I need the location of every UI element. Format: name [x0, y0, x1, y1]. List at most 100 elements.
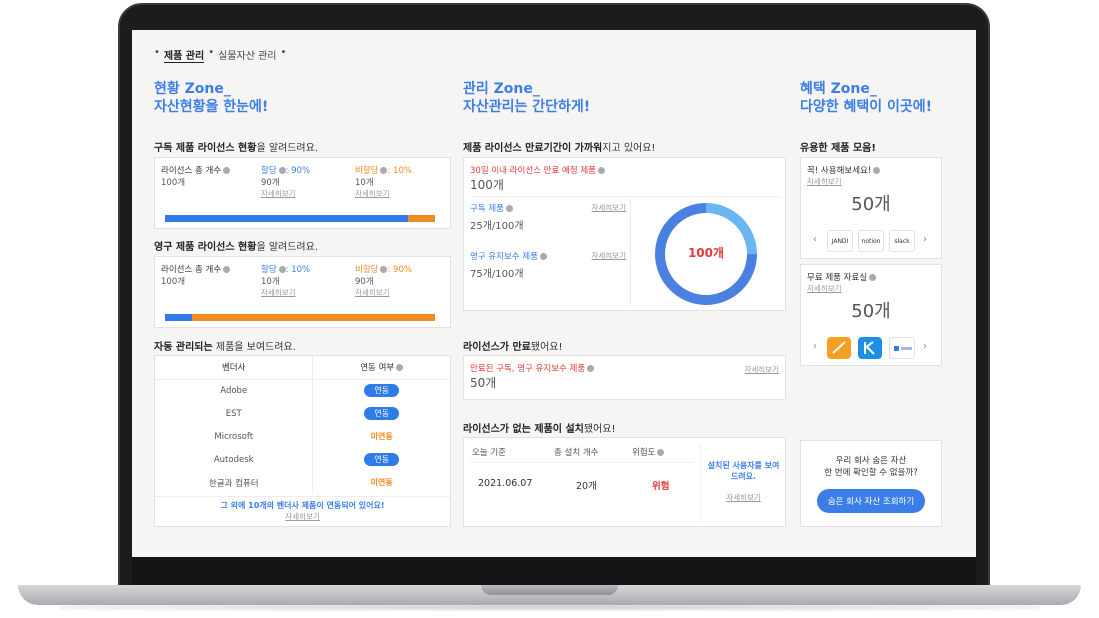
try-detail-link[interactable]: 자세히보기 [807, 176, 880, 187]
cta-line2: 한 번에 확인할 수 없을까? [824, 468, 918, 478]
sub-assigned-value: 90개 [261, 178, 280, 188]
info-icon[interactable] [598, 167, 605, 174]
sub-assigned-pct: : 90% [285, 166, 311, 176]
expiring-sub-label: 구독 제품 [470, 204, 504, 214]
laptop-frame: • 제품 관리 • 실물자산 관리 • 현황 Zone_ 자산현황을 한눈에! … [0, 0, 1099, 618]
info-icon[interactable] [657, 449, 665, 456]
link-status-cell: 연동 [313, 379, 450, 402]
perm-assigned-detail-link[interactable]: 자세히보기 [261, 287, 310, 298]
table-row: Autodesk 연동 [155, 448, 450, 471]
expired-detail-link[interactable]: 자세히보기 [745, 364, 780, 375]
expiring-card: 30일 이내 라이선스 만료 예정 제품 100개 구독 제품 자세히보기 25… [463, 157, 786, 311]
col-risk-header: 위험도 [632, 446, 665, 458]
expiring-perm-detail-link[interactable]: 자세히보기 [592, 250, 627, 262]
perm-total-value: 100개 [161, 277, 186, 287]
info-icon[interactable] [223, 167, 231, 174]
info-icon[interactable] [873, 167, 881, 174]
perm-assigned-label: 할당 [261, 265, 277, 275]
tab-product[interactable]: 제품 관리 [163, 47, 205, 63]
expired-value: 50개 [470, 376, 497, 390]
unlicensed-date: 2021.06.07 [478, 478, 533, 489]
zone-benefit-title: 혜택 Zone_ [800, 81, 877, 97]
laptop-chin [132, 557, 976, 585]
jandi-logo[interactable]: JANDI [827, 230, 853, 252]
expiring-head-value: 100개 [470, 178, 504, 192]
chevron-left-icon[interactable]: ‹ [813, 341, 817, 352]
info-icon[interactable] [396, 364, 404, 372]
unlicensed-detail-link[interactable]: 자세히보기 [706, 492, 781, 503]
expired-label: 만료된 구독, 영구 유지보수 제품 [470, 364, 586, 374]
tab-physical-asset[interactable]: 실물자산 관리 [218, 47, 276, 63]
sub-unassigned-value: 10개 [355, 178, 374, 188]
perm-assigned-bar [165, 314, 192, 321]
info-icon[interactable] [223, 266, 231, 273]
k-app-icon[interactable] [858, 337, 882, 359]
unlinked-label: 미연동 [370, 478, 393, 487]
try-label: 꼭! 사용해보세요! [807, 166, 872, 176]
link-status-cell: 연동 [313, 448, 450, 471]
table-row: 한글과 컴퓨터 미연동 [155, 471, 450, 494]
expiring-sub-value: 25개/100개 [470, 221, 524, 232]
perm-unassigned-bar [192, 314, 435, 321]
expired-section-title: 라이선스가 만료됐어요! [463, 342, 563, 353]
try-value: 50개 [851, 194, 891, 215]
app-logo-icon[interactable] [889, 337, 915, 359]
donut-center-value: 100개 [687, 246, 725, 260]
vendor-detail-link[interactable]: 자세히보기 [155, 511, 450, 522]
chevron-left-icon[interactable]: ‹ [813, 234, 817, 245]
col-vendor-header: 벤더사 [155, 356, 314, 379]
sub-total-value: 100개 [161, 178, 186, 188]
info-icon[interactable] [539, 253, 547, 260]
top-tabs: • 제품 관리 • 실물자산 관리 • [154, 47, 287, 63]
vendor-name: Microsoft [155, 425, 314, 448]
free-detail-link[interactable]: 자세히보기 [807, 283, 876, 294]
perm-unassigned-detail-link[interactable]: 자세히보기 [355, 287, 412, 298]
laptop-notch [481, 585, 618, 595]
info-icon[interactable] [587, 365, 595, 372]
chevron-right-icon[interactable]: › [923, 234, 927, 245]
expiring-sub-detail-link[interactable]: 자세히보기 [592, 202, 627, 214]
slack-logo[interactable]: slack [889, 230, 915, 252]
expiring-perm-label: 영구 유지보수 제품 [470, 252, 538, 262]
sub-assigned-label: 할당 [261, 166, 277, 176]
auto-card: 벤더사 연동 여부 Adobe 연동 EST 연동 Microsoft 미연동 Autode… [154, 355, 451, 527]
perpetual-card: 라이선스 총 개수 100개 할당: 10% 10개 자세히보기 비할당: 90… [154, 256, 451, 328]
perm-total-label: 라이선스 총 개수 [161, 265, 222, 275]
perm-unassigned-label: 비할당 [355, 265, 379, 275]
chevron-right-icon[interactable]: › [923, 341, 927, 352]
pencil-app-icon[interactable] [827, 337, 851, 359]
sub-unassigned-label: 비할당 [355, 166, 379, 176]
info-icon[interactable] [278, 167, 286, 174]
sub-unassigned-detail-link[interactable]: 자세히보기 [355, 188, 412, 199]
zone-manage-title: 관리 Zone_ [463, 81, 540, 97]
zone-benefit-heading: 혜택 Zone_ 다양한 혜택이 이곳에! [800, 80, 932, 116]
perm-unassigned-value: 90개 [355, 277, 374, 287]
sub-assigned-bar [165, 215, 408, 222]
col-link-header: 연동 여부 [313, 356, 450, 379]
vendor-rows: Adobe 연동 EST 연동 Microsoft 미연동 Autodesk 연동 한글과 컴퓨… [155, 379, 450, 494]
notion-logo[interactable]: notion [858, 230, 884, 252]
unlicensed-section-title: 라이선스가 없는 제품이 설치됐어요! [463, 424, 616, 435]
info-icon[interactable] [278, 266, 286, 273]
vendor-name: Adobe [155, 379, 314, 402]
col-date-header: 오늘 기준 [472, 448, 506, 458]
try-products-card: 꼭! 사용해보세요! 자세히보기 50개 ‹ JANDI notion slac… [800, 157, 942, 259]
perm-assigned-value: 10개 [261, 277, 280, 287]
sub-total-label: 라이선스 총 개수 [161, 166, 222, 176]
linked-badge: 연동 [364, 453, 400, 466]
info-icon[interactable] [869, 274, 877, 281]
vendor-name: Autodesk [155, 448, 314, 471]
vendor-footer-text: 그 외에 10개의 벤더사 제품이 연동되어 있어요! [220, 501, 385, 510]
cta-line1: 우리 회사 숨은 자산 [835, 456, 907, 466]
col-count-header: 총 설치 개수 [554, 448, 599, 458]
info-icon[interactable] [505, 205, 513, 212]
perm-assigned-pct: : 10% [285, 265, 311, 275]
hidden-asset-card: 우리 회사 숨은 자산 한 번에 확인할 수 없을까? 숨은 회사 자산 조회하… [800, 440, 942, 527]
free-value: 50개 [851, 301, 891, 322]
sub-assigned-detail-link[interactable]: 자세히보기 [261, 188, 310, 199]
hidden-asset-button[interactable]: 숨은 회사 자산 조회하기 [817, 489, 925, 513]
free-label: 무료 제품 자료실 [807, 273, 868, 283]
zone-manage-subtitle: 자산관리는 간단하게! [463, 99, 591, 115]
app-screen: • 제품 관리 • 실물자산 관리 • 현황 Zone_ 자산현황을 한눈에! … [132, 30, 976, 557]
zone-status-subtitle: 자산현황을 한눈에! [154, 99, 269, 115]
